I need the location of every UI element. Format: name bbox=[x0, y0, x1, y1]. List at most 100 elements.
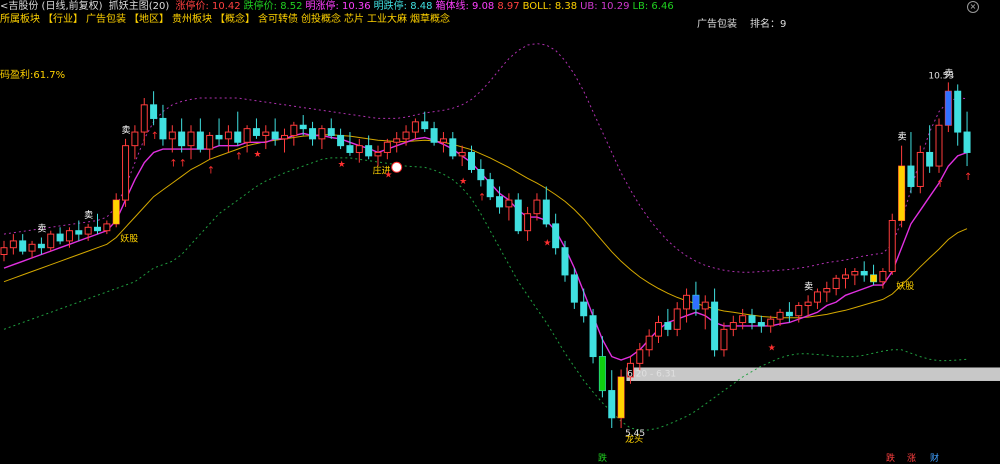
candle-body bbox=[150, 104, 158, 119]
candle-body bbox=[9, 240, 17, 249]
signal-bar bbox=[945, 91, 952, 126]
candle-body bbox=[281, 134, 288, 140]
star-icon: ★ bbox=[459, 177, 467, 187]
candlestick-chart[interactable]: 卖卖卖卖卖卖妖股妖股庄进龙头10.536.20 - 6.315.45↑↑ ↑↑↑↑… bbox=[0, 0, 1000, 462]
footer-marker: 财 bbox=[930, 454, 940, 464]
signal-label: 妖股 bbox=[896, 280, 914, 292]
buy-arrow-icon: ↑ bbox=[964, 172, 972, 183]
star-icon: ★ bbox=[338, 160, 346, 170]
buy-arrow-icon: ↑ bbox=[207, 165, 215, 176]
candle-body bbox=[542, 199, 550, 225]
support-line bbox=[3, 132, 968, 361]
candle-body bbox=[196, 131, 204, 150]
candle-body bbox=[103, 223, 111, 232]
buy-arrow-icon: ↑ bbox=[169, 158, 177, 169]
candle-body bbox=[122, 145, 130, 201]
star-icon: ★ bbox=[253, 150, 261, 160]
candle-body bbox=[224, 131, 232, 140]
candle-body bbox=[879, 271, 887, 283]
candle-body bbox=[860, 271, 868, 276]
candle-body bbox=[552, 223, 560, 249]
signal-label: 卖 bbox=[122, 125, 131, 136]
candle-body bbox=[832, 277, 840, 290]
candle-body bbox=[935, 124, 943, 167]
candle-body bbox=[776, 311, 784, 320]
candle-body bbox=[178, 131, 186, 147]
star-icon: ★ bbox=[384, 170, 392, 180]
candle-body bbox=[337, 134, 345, 147]
candle-body bbox=[0, 247, 8, 256]
candle-body bbox=[664, 322, 672, 330]
signal-label: 卖 bbox=[898, 132, 907, 143]
candle-body bbox=[926, 151, 934, 167]
candle-body bbox=[215, 134, 223, 140]
candle-body bbox=[608, 390, 616, 419]
signal-label: 卖 bbox=[84, 210, 93, 221]
candle-body bbox=[757, 322, 765, 327]
candle-body bbox=[673, 308, 681, 330]
candle-body bbox=[711, 301, 719, 351]
candle-body bbox=[318, 128, 326, 140]
candle-body bbox=[851, 271, 859, 276]
candle-body bbox=[729, 322, 737, 330]
candle-body bbox=[561, 247, 569, 276]
candle-body bbox=[785, 311, 793, 317]
buy-arrow-icon: ↑ bbox=[936, 179, 944, 190]
candle-body bbox=[75, 230, 83, 235]
candle-body bbox=[477, 168, 485, 181]
candle-body bbox=[430, 128, 438, 143]
buy-arrow-icon: ↑ bbox=[179, 158, 187, 169]
candle-body bbox=[28, 243, 36, 252]
candle-body bbox=[954, 90, 962, 133]
candle-body bbox=[486, 179, 494, 198]
candle-body bbox=[131, 131, 139, 147]
candle-body bbox=[888, 219, 896, 273]
candle-body bbox=[514, 199, 522, 232]
candle-body bbox=[505, 199, 513, 208]
signal-label: 卖 bbox=[804, 281, 813, 292]
candle-body bbox=[748, 315, 756, 324]
boll-mid-line bbox=[3, 134, 968, 319]
signal-bar bbox=[898, 166, 905, 221]
signal-bar bbox=[618, 376, 625, 418]
price-label: 5.45 bbox=[625, 429, 645, 439]
candle-body bbox=[327, 128, 335, 136]
candle-body bbox=[65, 230, 73, 242]
candle-body bbox=[589, 315, 597, 358]
candle-body bbox=[496, 196, 504, 208]
candle-body bbox=[533, 199, 541, 215]
buy-arrow-icon: ↑ bbox=[151, 131, 159, 142]
price-label: 10.53 bbox=[928, 71, 954, 81]
candle-body bbox=[655, 322, 662, 337]
candle-body bbox=[580, 301, 588, 317]
signal-bar bbox=[113, 200, 120, 224]
candle-body bbox=[262, 131, 270, 136]
candle-body bbox=[823, 288, 831, 293]
candle-body bbox=[393, 138, 401, 143]
candle-body bbox=[234, 131, 242, 143]
star-icon: ★ bbox=[543, 238, 551, 248]
box-band bbox=[626, 367, 1000, 381]
candle-body bbox=[813, 291, 821, 303]
candle-body bbox=[963, 131, 971, 153]
candle-body bbox=[720, 328, 728, 351]
signal-label: 卖 bbox=[37, 224, 46, 235]
candle-body bbox=[411, 121, 419, 133]
candle-body bbox=[374, 151, 382, 157]
candle-body bbox=[804, 301, 812, 307]
buy-arrow-icon: ↑ bbox=[478, 192, 486, 203]
candle-body bbox=[84, 226, 92, 235]
candle-body bbox=[570, 274, 578, 303]
candle-body bbox=[907, 165, 915, 187]
candle-body bbox=[56, 233, 64, 242]
candle-body bbox=[47, 233, 55, 249]
candle-body bbox=[449, 138, 457, 157]
candle-body bbox=[37, 243, 45, 249]
signal-bar bbox=[692, 295, 699, 309]
star-icon: ★ bbox=[768, 344, 776, 354]
signal-bar bbox=[870, 274, 877, 282]
footer-marker: 跌 bbox=[886, 454, 896, 464]
candle-body bbox=[421, 121, 429, 130]
candle-body bbox=[271, 131, 279, 140]
candle-body bbox=[159, 117, 167, 140]
